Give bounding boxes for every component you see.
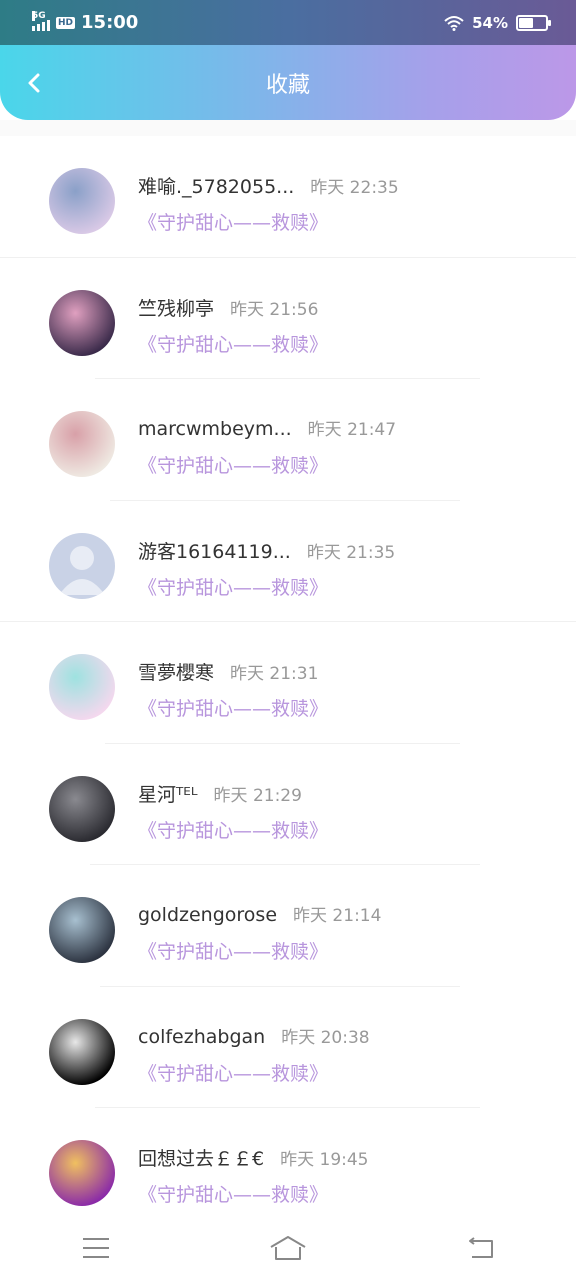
book-title[interactable]: 《守护甜心——救赎》 — [138, 1180, 328, 1207]
status-right: 54% — [444, 13, 551, 32]
status-left: 5G HD 15:00 — [32, 10, 139, 33]
user-name[interactable]: colfezhabgan — [138, 1026, 265, 1048]
network-type: 5G — [32, 10, 46, 21]
timestamp: 昨天 21:31 — [230, 664, 319, 684]
book-title[interactable]: 《守护甜心——救赎》 — [138, 451, 328, 478]
status-bar: 5G HD 15:00 54% — [0, 0, 576, 45]
timestamp: 昨天 21:35 — [306, 542, 396, 563]
signal-icon: 5G — [32, 10, 50, 31]
list-item[interactable]: 回想过去￡￡€ 昨天 19:45 《守护甜心——救赎》 — [0, 1108, 576, 1230]
list-item[interactable]: 星河ᵀᴱᴸ 昨天 21:29 《守护甜心——救赎》 — [0, 744, 576, 865]
wifi-icon — [444, 15, 464, 31]
name-row: colfezhabgan 昨天 20:38 — [138, 1023, 370, 1048]
user-name[interactable]: 星河ᵀᴱᴸ — [138, 780, 198, 807]
avatar[interactable] — [49, 532, 115, 599]
battery-icon — [516, 14, 551, 31]
list-item[interactable]: 竺残柳亭 昨天 21:56 《守护甜心——救赎》 — [0, 258, 576, 379]
avatar[interactable] — [49, 1018, 115, 1085]
home-icon — [270, 1236, 306, 1260]
avatar[interactable] — [49, 654, 115, 720]
system-nav-bar — [0, 1216, 576, 1280]
back-button[interactable] — [16, 65, 52, 101]
hd-badge: HD — [56, 16, 76, 29]
list-item[interactable]: marcwmbeym... 昨天 21:47 《守护甜心——救赎》 — [0, 379, 576, 501]
clock: 15:00 — [81, 12, 139, 33]
avatar[interactable] — [49, 289, 115, 356]
chevron-left-icon — [28, 73, 40, 93]
user-name[interactable]: goldzengorose — [138, 904, 277, 926]
list-item[interactable]: 雪夢櫻寒 昨天 21:31 《守护甜心——救赎》 — [0, 622, 576, 744]
avatar[interactable] — [49, 411, 115, 477]
timestamp: 昨天 22:35 — [310, 178, 399, 198]
header: 收藏 — [0, 45, 576, 120]
header-spacer — [0, 120, 576, 136]
list-item[interactable]: goldzengorose 昨天 21:14 《守护甜心——救赎》 — [0, 865, 576, 987]
battery-fill — [519, 17, 534, 28]
name-row: 回想过去￡￡€ 昨天 19:45 — [138, 1144, 369, 1171]
name-row: marcwmbeym... 昨天 21:47 — [138, 415, 396, 440]
book-title[interactable]: 《守护甜心——救赎》 — [138, 573, 328, 600]
avatar[interactable] — [49, 1140, 115, 1206]
user-name[interactable]: 雪夢櫻寒 — [138, 658, 214, 685]
favorites-list: 难喻._5782055... 昨天 22:35 《守护甜心——救赎》 竺残柳亭 … — [0, 136, 576, 1230]
timestamp: 昨天 20:38 — [281, 1027, 370, 1048]
menu-button[interactable] — [66, 1226, 126, 1270]
name-row: 游客16164119... 昨天 21:35 — [138, 537, 395, 564]
name-row: 难喻._5782055... 昨天 22:35 — [138, 172, 399, 199]
timestamp: 昨天 21:14 — [293, 906, 382, 926]
book-title[interactable]: 《守护甜心——救赎》 — [138, 1059, 328, 1086]
name-row: 竺残柳亭 昨天 21:56 — [138, 294, 318, 321]
list-item[interactable]: colfezhabgan 昨天 20:38 《守护甜心——救赎》 — [0, 987, 576, 1108]
timestamp: 昨天 21:29 — [213, 785, 302, 806]
user-name[interactable]: marcwmbeym... — [138, 418, 292, 440]
avatar[interactable] — [49, 168, 115, 234]
book-title[interactable]: 《守护甜心——救赎》 — [138, 330, 328, 357]
avatar[interactable] — [49, 775, 115, 842]
book-title[interactable]: 《守护甜心——救赎》 — [138, 816, 328, 843]
user-name[interactable]: 回想过去￡￡€ — [138, 1144, 264, 1171]
system-back-button[interactable] — [450, 1226, 510, 1270]
back-icon — [469, 1237, 493, 1258]
timestamp: 昨天 21:47 — [307, 420, 397, 440]
book-title[interactable]: 《守护甜心——救赎》 — [138, 694, 328, 721]
name-row: 雪夢櫻寒 昨天 21:31 — [138, 658, 318, 685]
name-row: goldzengorose 昨天 21:14 — [138, 901, 381, 926]
book-title[interactable]: 《守护甜心——救赎》 — [138, 937, 328, 964]
avatar[interactable] — [49, 897, 115, 963]
battery-percent: 54% — [472, 13, 508, 32]
list-item[interactable]: 游客16164119... 昨天 21:35 《守护甜心——救赎》 — [0, 501, 576, 622]
list-item[interactable]: 难喻._5782055... 昨天 22:35 《守护甜心——救赎》 — [0, 136, 576, 258]
menu-icon — [83, 1238, 109, 1258]
home-button[interactable] — [258, 1226, 318, 1270]
user-name[interactable]: 竺残柳亭 — [138, 294, 214, 321]
user-name[interactable]: 游客16164119... — [138, 537, 291, 564]
book-title[interactable]: 《守护甜心——救赎》 — [138, 208, 328, 235]
name-row: 星河ᵀᴱᴸ 昨天 21:29 — [138, 780, 302, 807]
user-name[interactable]: 难喻._5782055... — [138, 172, 294, 199]
page-title: 收藏 — [265, 72, 310, 98]
timestamp: 昨天 19:45 — [280, 1150, 369, 1170]
timestamp: 昨天 21:56 — [230, 299, 319, 320]
